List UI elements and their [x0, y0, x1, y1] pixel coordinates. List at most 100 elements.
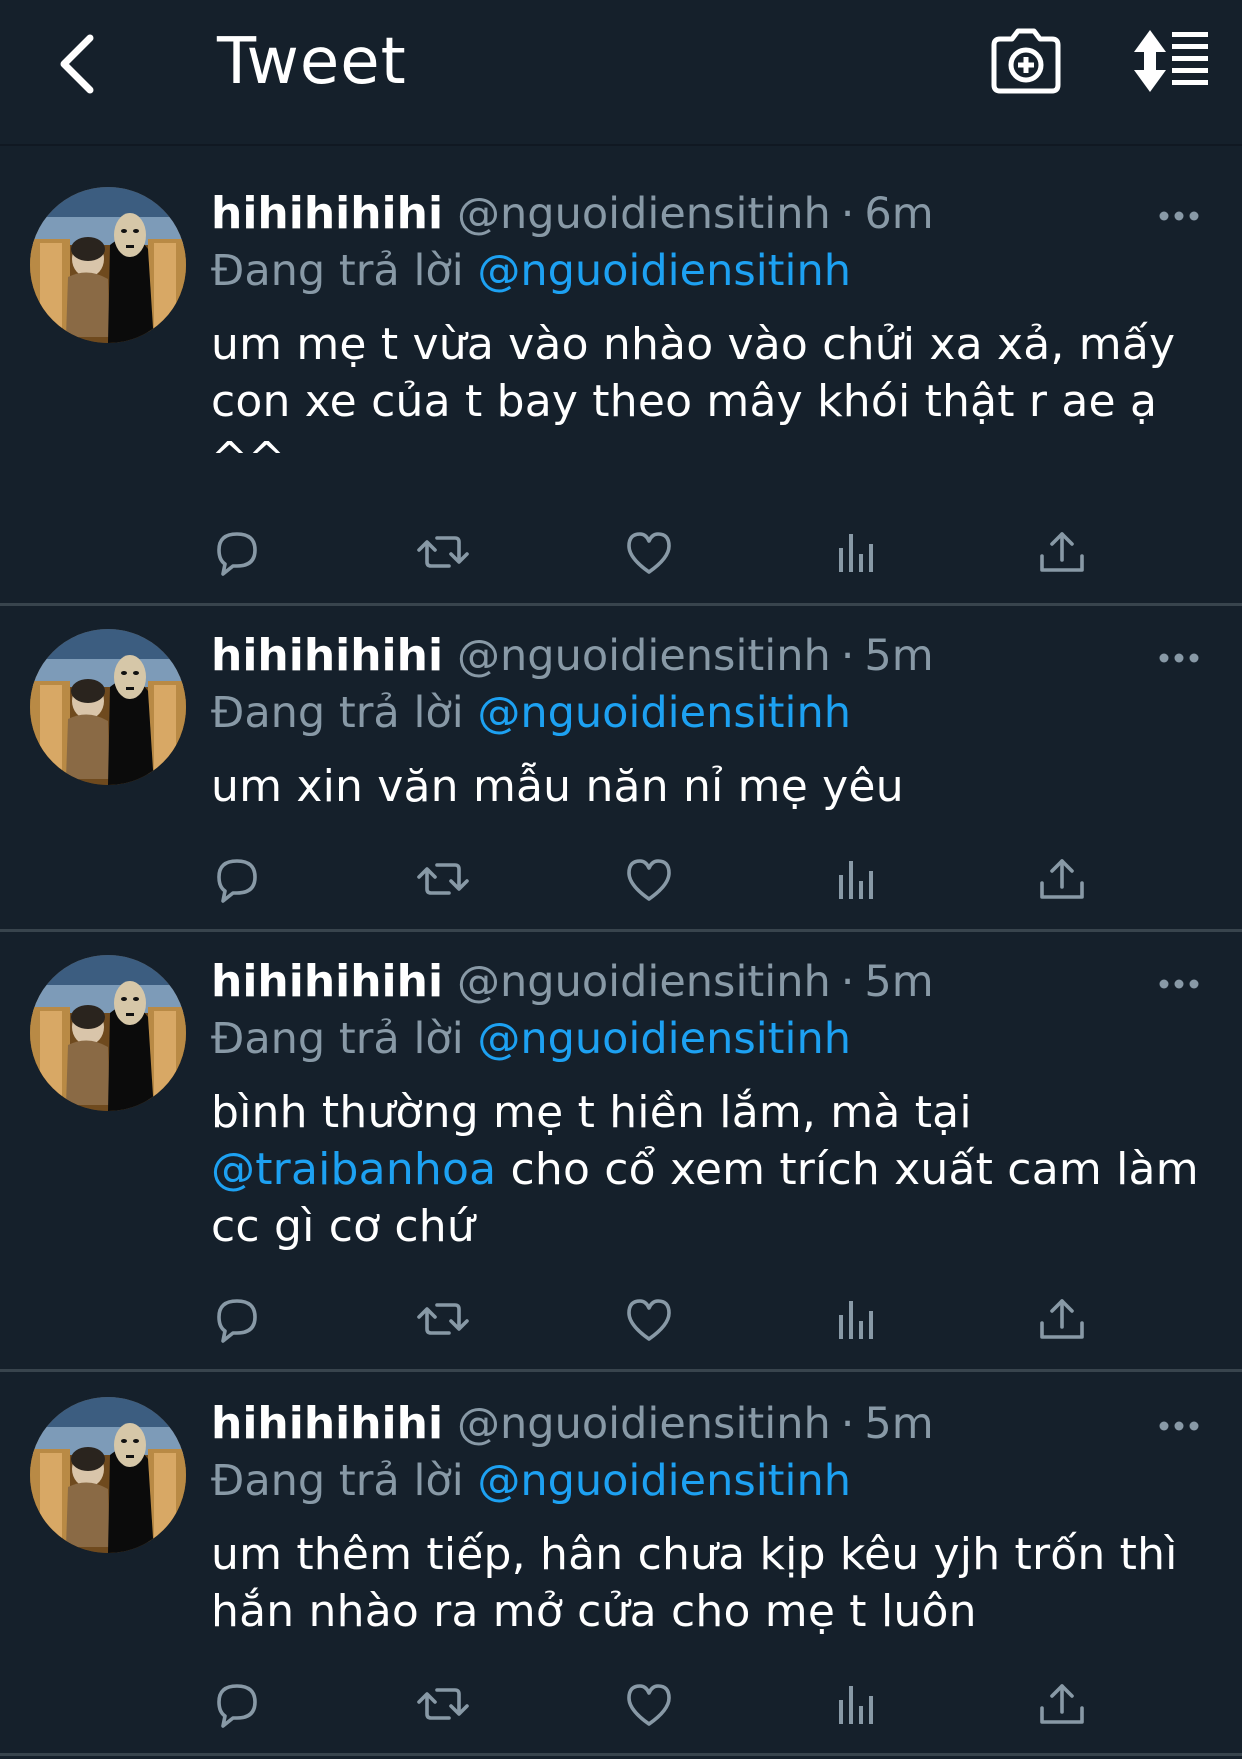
top-bar: Tweet: [0, 0, 1242, 146]
reply-label: Đang trả lời: [211, 1014, 464, 1064]
reply-icon: [217, 532, 257, 576]
sort-icon: [1134, 30, 1208, 92]
separator: ·: [840, 189, 855, 239]
share-icon: [1040, 532, 1084, 572]
more-options-button[interactable]: [1158, 1418, 1200, 1434]
avatar[interactable]: [30, 955, 186, 1111]
user-handle[interactable]: @nguoidiensitinh: [457, 1399, 831, 1449]
more-options-button[interactable]: [1158, 208, 1200, 224]
tweet-text-line: um xin văn mẫu năn nỉ mẹ yêu: [211, 761, 904, 812]
tweet-text-line: con xe của t bay theo mây khói thật r ae…: [211, 376, 1158, 427]
back-button[interactable]: [36, 24, 116, 104]
avatar[interactable]: [30, 1397, 186, 1553]
mention-link[interactable]: @traibanhoa: [211, 1144, 496, 1195]
tweet-header: hihihihihi @nguoidiensitinh · 6m: [211, 188, 934, 244]
camera-button[interactable]: [990, 25, 1062, 97]
avatar[interactable]: [30, 629, 186, 785]
like-icon: [627, 1684, 671, 1726]
sort-button[interactable]: [1130, 28, 1210, 94]
replying-to: Đang trả lời @nguoidiensitinh: [211, 246, 851, 296]
user-handle[interactable]: @nguoidiensitinh: [457, 189, 831, 239]
timestamp: 5m: [864, 1399, 934, 1449]
like-button[interactable]: [619, 1674, 679, 1734]
tweet-text-line: cc gì cơ chứ: [211, 1201, 475, 1252]
reply-icon: [217, 1299, 257, 1343]
replying-to: Đang trả lời @nguoidiensitinh: [211, 1014, 851, 1064]
share-icon: [1040, 859, 1084, 899]
tweet-text: um mẹ t vừa vào nhào vào chửi xa xả, mấy…: [211, 316, 1211, 487]
reply-button[interactable]: [207, 1289, 267, 1349]
tweet-text: bình thường mẹ t hiền lắm, mà tại @traib…: [211, 1084, 1211, 1255]
reply-handle-link[interactable]: @nguoidiensitinh: [477, 1014, 851, 1064]
display-name[interactable]: hihihihihi: [211, 956, 443, 1007]
display-name[interactable]: hihihihihi: [211, 1398, 443, 1449]
tweet-header: hihihihihi @nguoidiensitinh · 5m: [211, 1398, 934, 1454]
tweet-text: um thêm tiếp, hân chưa kịp kêu yjh trốn …: [211, 1526, 1211, 1640]
tweet-1[interactable]: hihihihihi @nguoidiensitinh · 6m Đang tr…: [0, 146, 1242, 606]
timestamp: 5m: [864, 957, 934, 1007]
camera-plus-icon: [991, 28, 1061, 94]
action-bar: [0, 1289, 1242, 1349]
tweet-header: hihihihihi @nguoidiensitinh · 5m: [211, 956, 934, 1012]
avatar[interactable]: [30, 187, 186, 343]
tweet-header: hihihihihi @nguoidiensitinh · 5m: [211, 630, 934, 686]
more-icon: [1159, 1421, 1199, 1431]
retweet-icon: [417, 1303, 469, 1335]
action-bar: [0, 849, 1242, 909]
page-title: Tweet: [217, 25, 407, 99]
tweet-text: um xin văn mẫu năn nỉ mẹ yêu: [211, 758, 1211, 815]
tweet-3[interactable]: hihihihihi @nguoidiensitinh · 5m Đang tr…: [0, 932, 1242, 1372]
separator: ·: [840, 957, 855, 1007]
share-button[interactable]: [1032, 1674, 1092, 1734]
display-name[interactable]: hihihihihi: [211, 188, 443, 239]
like-button[interactable]: [619, 849, 679, 909]
reply-icon: [217, 1684, 257, 1728]
analytics-button[interactable]: [826, 849, 886, 909]
tweet-4[interactable]: hihihihihi @nguoidiensitinh · 5m Đang tr…: [0, 1372, 1242, 1756]
replying-to: Đang trả lời @nguoidiensitinh: [211, 1456, 851, 1506]
share-button[interactable]: [1032, 849, 1092, 909]
retweet-button[interactable]: [413, 522, 473, 582]
tweet-text-line: ^^: [211, 433, 286, 484]
tweet-text-fragment: cho cổ xem trích xuất cam làm: [496, 1144, 1199, 1195]
like-icon: [627, 1299, 671, 1341]
timestamp: 6m: [864, 189, 934, 239]
separator: ·: [840, 631, 855, 681]
retweet-button[interactable]: [413, 1289, 473, 1349]
reply-handle-link[interactable]: @nguoidiensitinh: [477, 1456, 851, 1506]
user-handle[interactable]: @nguoidiensitinh: [457, 957, 831, 1007]
tweet-2[interactable]: hihihihihi @nguoidiensitinh · 5m Đang tr…: [0, 606, 1242, 932]
display-name[interactable]: hihihihihi: [211, 630, 443, 681]
analytics-button[interactable]: [826, 522, 886, 582]
reply-handle-link[interactable]: @nguoidiensitinh: [477, 246, 851, 296]
like-icon: [627, 532, 671, 574]
reply-label: Đang trả lời: [211, 688, 464, 738]
reply-label: Đang trả lời: [211, 246, 464, 296]
action-bar: [0, 1674, 1242, 1734]
reply-button[interactable]: [207, 849, 267, 909]
share-button[interactable]: [1032, 1289, 1092, 1349]
tweet-text-line: hắn nhào ra mở cửa cho mẹ t luôn: [211, 1586, 977, 1637]
reply-handle-link[interactable]: @nguoidiensitinh: [477, 688, 851, 738]
share-icon: [1040, 1684, 1084, 1724]
more-options-button[interactable]: [1158, 650, 1200, 666]
action-bar: [0, 522, 1242, 582]
timestamp: 5m: [864, 631, 934, 681]
retweet-button[interactable]: [413, 849, 473, 909]
like-icon: [627, 859, 671, 901]
reply-icon: [217, 859, 257, 903]
like-button[interactable]: [619, 522, 679, 582]
like-button[interactable]: [619, 1289, 679, 1349]
reply-button[interactable]: [207, 1674, 267, 1734]
share-button[interactable]: [1032, 522, 1092, 582]
retweet-button[interactable]: [413, 1674, 473, 1734]
user-handle[interactable]: @nguoidiensitinh: [457, 631, 831, 681]
replying-to: Đang trả lời @nguoidiensitinh: [211, 688, 851, 738]
analytics-button[interactable]: [826, 1289, 886, 1349]
retweet-icon: [417, 863, 469, 895]
more-icon: [1159, 979, 1199, 989]
retweet-icon: [417, 536, 469, 568]
more-options-button[interactable]: [1158, 976, 1200, 992]
analytics-button[interactable]: [826, 1674, 886, 1734]
reply-button[interactable]: [207, 522, 267, 582]
